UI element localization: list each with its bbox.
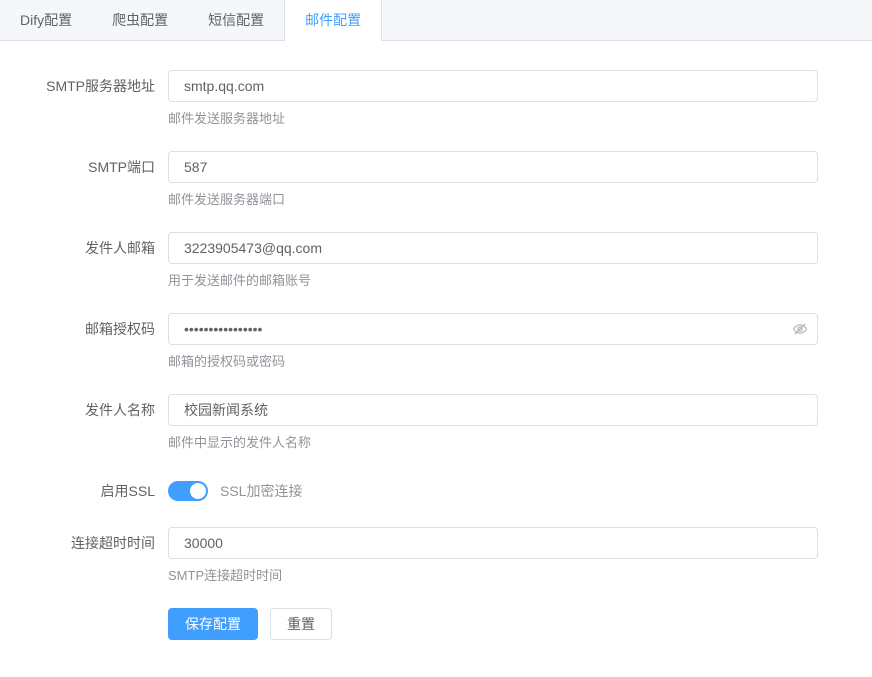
sender-email-hint: 用于发送邮件的邮箱账号 — [168, 272, 818, 290]
save-config-button[interactable]: 保存配置 — [168, 608, 258, 640]
form-actions: 保存配置 重置 — [168, 608, 872, 640]
tab-crawler-config[interactable]: 爬虫配置 — [92, 0, 188, 41]
reset-button[interactable]: 重置 — [270, 608, 332, 640]
sender-name-label: 发件人名称 — [0, 394, 168, 452]
sender-name-hint: 邮件中显示的发件人名称 — [168, 434, 818, 452]
tab-sms-config[interactable]: 短信配置 — [188, 0, 284, 41]
smtp-port-input[interactable] — [168, 151, 818, 183]
smtp-host-input[interactable] — [168, 70, 818, 102]
sender-email-input[interactable] — [168, 232, 818, 264]
timeout-hint: SMTP连接超时时间 — [168, 567, 818, 585]
sender-email-label: 发件人邮箱 — [0, 232, 168, 290]
auth-code-label: 邮箱授权码 — [0, 313, 168, 371]
form-item-sender-email: 发件人邮箱 用于发送邮件的邮箱账号 — [0, 232, 872, 290]
smtp-host-label: SMTP服务器地址 — [0, 70, 168, 128]
smtp-host-hint: 邮件发送服务器地址 — [168, 110, 818, 128]
ssl-toggle-description: SSL加密连接 — [220, 481, 302, 501]
form-item-enable-ssl: 启用SSL SSL加密连接 — [0, 475, 872, 507]
tab-mail-config[interactable]: 邮件配置 — [284, 0, 382, 41]
ssl-toggle-knob — [190, 483, 206, 499]
tab-dify-config[interactable]: Dify配置 — [0, 0, 92, 41]
form-item-timeout: 连接超时时间 SMTP连接超时时间 — [0, 527, 872, 585]
config-tabs: Dify配置 爬虫配置 短信配置 邮件配置 — [0, 0, 872, 41]
form-item-smtp-port: SMTP端口 邮件发送服务器端口 — [0, 151, 872, 209]
timeout-input[interactable] — [168, 527, 818, 559]
enable-ssl-label: 启用SSL — [0, 475, 168, 507]
smtp-port-hint: 邮件发送服务器端口 — [168, 191, 818, 209]
form-item-smtp-host: SMTP服务器地址 邮件发送服务器地址 — [0, 70, 872, 128]
eye-hidden-icon[interactable] — [792, 321, 808, 337]
ssl-toggle[interactable] — [168, 481, 208, 501]
form-item-auth-code: 邮箱授权码 邮箱的授权码或密码 — [0, 313, 872, 371]
auth-code-hint: 邮箱的授权码或密码 — [168, 353, 818, 371]
smtp-port-label: SMTP端口 — [0, 151, 168, 209]
auth-code-input[interactable] — [168, 313, 818, 345]
sender-name-input[interactable] — [168, 394, 818, 426]
timeout-label: 连接超时时间 — [0, 527, 168, 585]
mail-config-form: SMTP服务器地址 邮件发送服务器地址 SMTP端口 邮件发送服务器端口 发件人… — [0, 41, 872, 640]
form-item-sender-name: 发件人名称 邮件中显示的发件人名称 — [0, 394, 872, 452]
